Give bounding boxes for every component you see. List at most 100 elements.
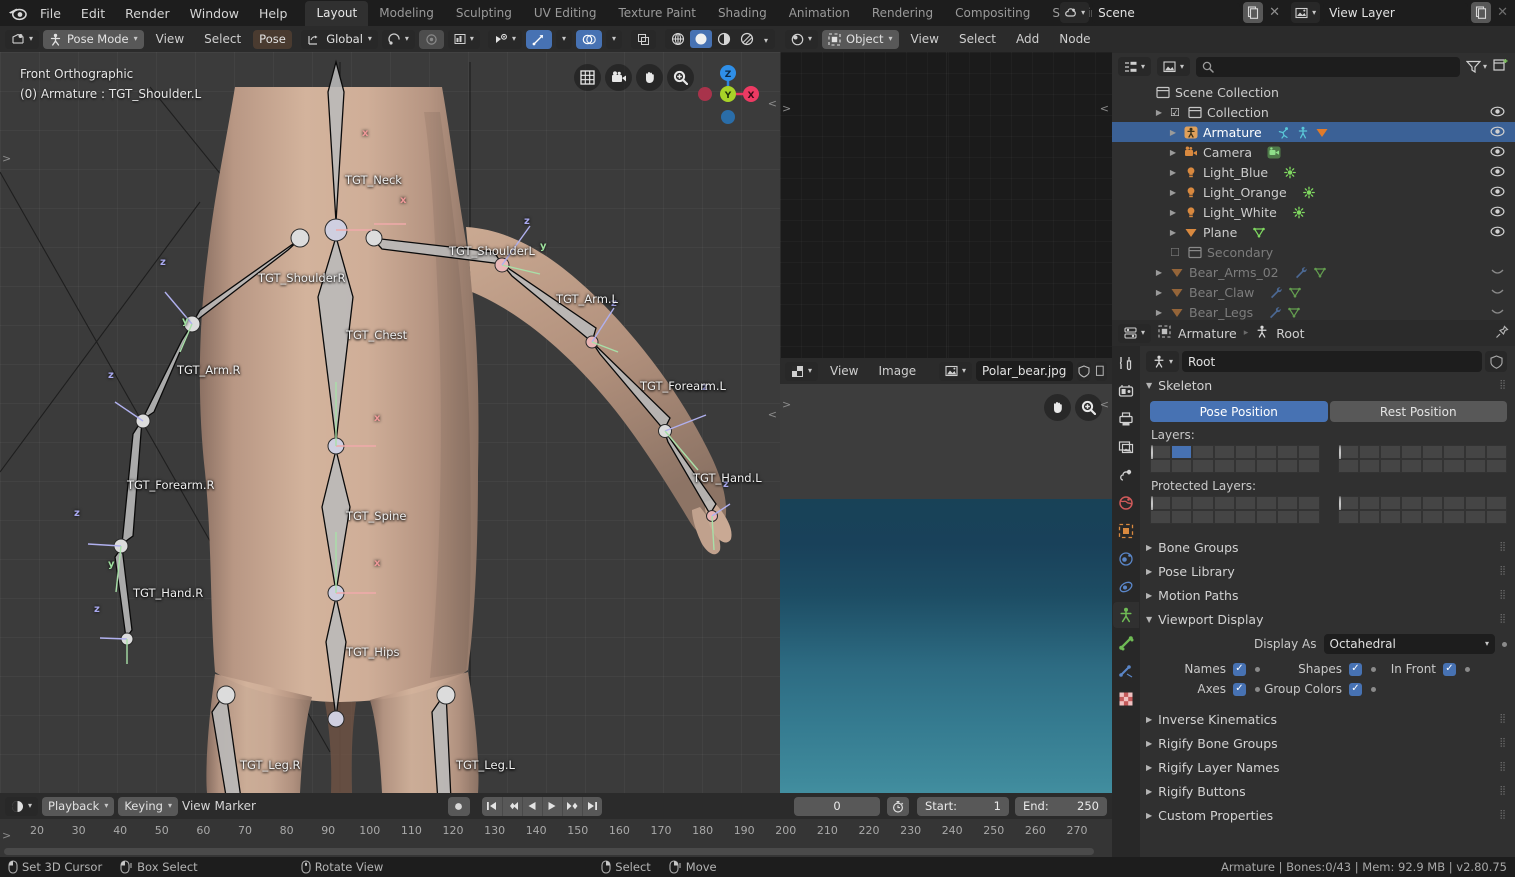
armature-layer-cell[interactable]	[1234, 459, 1256, 473]
armature-layer-cell[interactable]	[1485, 496, 1507, 510]
light-data-icon[interactable]	[1292, 206, 1306, 219]
playback-menu[interactable]: Playback ▾	[42, 796, 115, 816]
armature-data-browse-icon[interactable]: ▾	[1146, 351, 1180, 372]
view-layer-name-field[interactable]: View Layer	[1323, 2, 1469, 23]
armature-layer-cell[interactable]	[1422, 510, 1444, 524]
armature-layer-cell[interactable]	[1150, 496, 1172, 512]
modifier-icon[interactable]	[1269, 286, 1283, 299]
transform-orientation-selector[interactable]: Global ▾	[301, 29, 378, 49]
pose-position-button[interactable]: Pose Position	[1150, 401, 1328, 422]
panel-header-rigify-layer-names[interactable]: ▶ Rigify Layer Names ⣿	[1146, 756, 1507, 778]
start-frame-field[interactable]: Start: 1	[917, 796, 1009, 816]
armature-layer-cell[interactable]	[1192, 510, 1214, 524]
outliner-row-bear-arms-02[interactable]: ▶ Bear_Arms_02	[1112, 262, 1515, 282]
tab-constraints[interactable]	[1113, 546, 1139, 572]
proportional-falloff-selector[interactable]: ▾	[447, 29, 480, 49]
blender-logo[interactable]	[4, 2, 30, 24]
armature-layer-cell[interactable]	[1485, 459, 1507, 473]
armature-layer-cell[interactable]	[1255, 510, 1278, 524]
pose-icon[interactable]	[1277, 126, 1291, 139]
workspace-tab-layout[interactable]: Layout	[305, 1, 369, 26]
visibility-eye-icon[interactable]	[1490, 105, 1505, 120]
tab-output[interactable]	[1113, 406, 1139, 432]
tab-view-layer[interactable]	[1113, 434, 1139, 460]
panel-header-rigify-buttons[interactable]: ▶ Rigify Buttons ⣿	[1146, 780, 1507, 802]
armature-layer-cell[interactable]	[1213, 496, 1235, 510]
panel-header-motion-paths[interactable]: ▶ Motion Paths ⣿	[1146, 584, 1507, 606]
overlays-settings[interactable]: ▾	[605, 29, 622, 49]
menu-render[interactable]: Render	[115, 3, 180, 24]
armature-layer-cell[interactable]	[1401, 445, 1423, 459]
disclosure-triangle-icon[interactable]: ▶	[1153, 108, 1165, 117]
collection-checkbox[interactable]: ☑	[1170, 106, 1183, 119]
armature-layer-cell[interactable]	[1234, 445, 1256, 459]
gizmo-toggle[interactable]	[525, 29, 552, 49]
disclosure-triangle-icon[interactable]: ▶	[1153, 308, 1165, 317]
armature-layer-cell[interactable]	[1337, 459, 1359, 473]
shading-wireframe[interactable]	[667, 30, 689, 48]
timeline-menu-marker[interactable]: Marker	[214, 799, 255, 813]
armature-layer-cell[interactable]	[1358, 510, 1380, 524]
in-front-checkbox[interactable]: ✓	[1443, 662, 1456, 676]
armature-layer-cell[interactable]	[1379, 510, 1402, 524]
new-collection-icon[interactable]	[1493, 58, 1509, 75]
panel-header-skeleton[interactable]: ▼ Skeleton ⣿	[1146, 374, 1507, 396]
armature-layer-cell[interactable]	[1277, 459, 1299, 473]
outliner-row-secondary[interactable]: ☐ Secondary	[1112, 242, 1515, 262]
outliner-row-armature[interactable]: ▶ Armature	[1112, 122, 1515, 142]
zoom-icon[interactable]	[667, 64, 694, 91]
scene-name-field[interactable]: Scene	[1092, 2, 1241, 23]
armature-layer-cell[interactable]	[1171, 496, 1193, 510]
image-menu-view[interactable]: View	[822, 361, 866, 381]
outliner-row-bear-legs[interactable]: ▶ Bear_Legs	[1112, 302, 1515, 320]
workspace-tab-uv-editing[interactable]: UV Editing	[523, 1, 608, 26]
mesh-data-icon[interactable]	[1288, 286, 1302, 299]
armature-layer-cell[interactable]	[1485, 510, 1507, 524]
xray-toggle[interactable]	[631, 29, 657, 49]
disclosure-triangle-icon[interactable]: ▶	[1167, 208, 1179, 217]
image-right-arrow[interactable]: <	[1100, 398, 1109, 411]
gizmo-settings[interactable]: ▾	[555, 29, 572, 49]
animate-property-dot[interactable]	[1371, 686, 1376, 692]
workspace-tab-compositing[interactable]: Compositing	[944, 1, 1041, 26]
hand-icon[interactable]	[1044, 394, 1071, 421]
current-frame-field[interactable]: 0	[794, 796, 880, 816]
panel-header-inverse-kinematics[interactable]: ▶ Inverse Kinematics ⣿	[1146, 708, 1507, 730]
tab-texture[interactable]	[1113, 686, 1139, 712]
armature-layer-cell[interactable]	[1255, 445, 1278, 459]
workspace-tab-sculpting[interactable]: Sculpting	[445, 1, 523, 26]
shader-editor-canvas[interactable]: > <	[780, 52, 1112, 358]
menu-edit[interactable]: Edit	[71, 3, 115, 24]
panel-header-custom-properties[interactable]: ▶ Custom Properties ⣿	[1146, 804, 1507, 826]
tab-tool[interactable]	[1113, 350, 1139, 376]
pin-icon[interactable]	[1495, 324, 1509, 342]
armature-layer-cell[interactable]	[1422, 445, 1444, 459]
timeline-editor-type-selector[interactable]: ▾	[5, 796, 39, 816]
tab-object[interactable]	[1113, 518, 1139, 544]
tab-bone-constraints[interactable]	[1113, 658, 1139, 684]
visibility-eye-icon[interactable]	[1490, 225, 1505, 240]
outliner-row-bear-claw[interactable]: ▶ Bear_Claw	[1112, 282, 1515, 302]
collapse-chevron-icon[interactable]	[1490, 285, 1505, 300]
play-icon[interactable]	[541, 796, 562, 816]
armature-layer-cell[interactable]	[1298, 510, 1320, 524]
armature-layer-cell[interactable]	[1401, 496, 1423, 510]
grid-icon[interactable]	[574, 64, 601, 91]
play-reverse-icon[interactable]	[521, 796, 542, 816]
armature-layer-cell[interactable]	[1358, 496, 1380, 510]
disclosure-triangle-icon[interactable]: ▶	[1153, 268, 1165, 277]
camera-icon[interactable]	[605, 64, 632, 91]
overlays-toggle[interactable]	[575, 29, 602, 49]
shader-menu-view[interactable]: View	[903, 29, 947, 49]
outliner-display-mode-selector[interactable]: ▾	[1118, 57, 1152, 76]
armature-layer-cell[interactable]	[1192, 445, 1214, 459]
armature-layer-cell[interactable]	[1255, 459, 1278, 473]
modifier-icon[interactable]	[1268, 306, 1282, 319]
jump-start-icon[interactable]	[481, 796, 502, 816]
animate-property-dot[interactable]	[1465, 666, 1470, 672]
display-as-dropdown[interactable]: Octahedral ▾	[1323, 634, 1495, 654]
panel-header-rigify-bone-groups[interactable]: ▶ Rigify Bone Groups ⣿	[1146, 732, 1507, 754]
image-editor-canvas[interactable]: > <	[780, 384, 1112, 820]
outliner-row-light-white[interactable]: ▶ Light_White	[1112, 202, 1515, 222]
armature-layer-cell[interactable]	[1298, 459, 1320, 473]
